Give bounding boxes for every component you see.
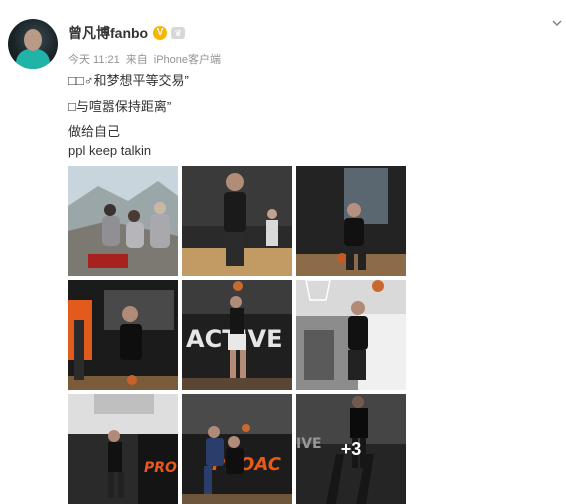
author-row: 曾凡博fanbo V ♛: [68, 23, 186, 43]
verified-badge-icon: V: [153, 26, 168, 40]
weibo-post-card: 曾凡博fanbo V ♛ 今天 11:21 来自 iPhone客户端 □□♂和梦想平…: [0, 0, 566, 504]
photo-5[interactable]: ACTIVE: [182, 280, 292, 390]
post-source: iPhone客户端: [153, 54, 222, 66]
wall-text-pro: PRO: [144, 460, 177, 476]
post-text-line-4: ppl keep talkin: [68, 143, 152, 158]
source-prefix: 来自: [125, 54, 148, 66]
author-avatar[interactable]: [8, 19, 58, 69]
post-text-line-3: 做给自己: [68, 124, 121, 139]
photo-8[interactable]: PROAC: [182, 394, 292, 504]
post-text-line-2: □与喧嚣保持距离”: [68, 99, 172, 114]
photo-6[interactable]: [296, 280, 406, 390]
photo-2[interactable]: [182, 166, 292, 276]
photo-4[interactable]: [68, 280, 178, 390]
member-crown-icon: ♛: [171, 27, 186, 39]
more-photos-overlay[interactable]: +3: [296, 394, 406, 504]
post-meta: 今天 11:21 来自 iPhone客户端: [68, 51, 221, 67]
post-time[interactable]: 今天 11:21: [68, 51, 120, 67]
author-name[interactable]: 曾凡博fanbo: [68, 23, 148, 43]
photo-9[interactable]: IVE +3: [296, 394, 406, 504]
avatar-shirt: [16, 49, 50, 69]
chevron-down-icon[interactable]: [552, 18, 562, 28]
photo-1[interactable]: [68, 166, 178, 276]
avatar-face: [24, 29, 42, 51]
photo-7[interactable]: PRO: [68, 394, 178, 504]
post-text-line-1: □□♂和梦想平等交易”: [68, 73, 189, 88]
photo-3[interactable]: [296, 166, 406, 276]
